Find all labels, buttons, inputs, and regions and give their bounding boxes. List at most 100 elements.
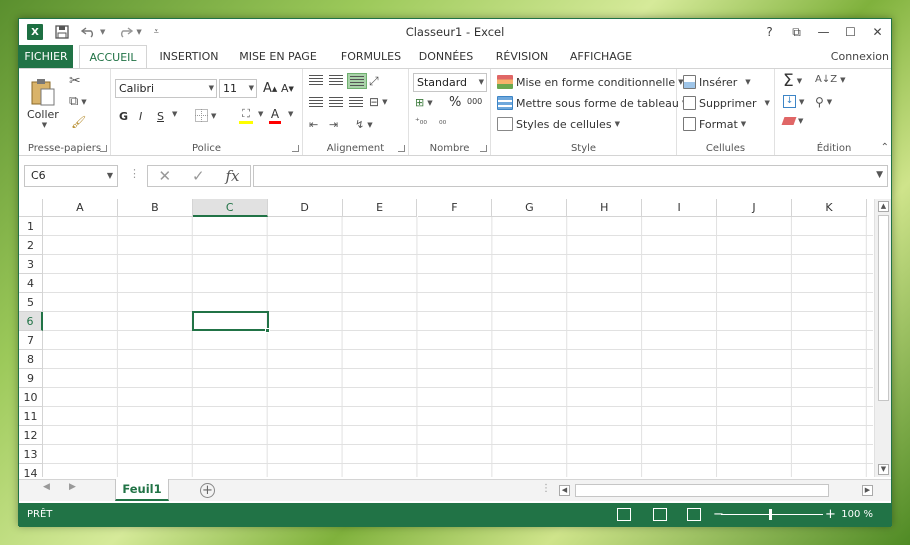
redo-button[interactable]: ▼ <box>117 26 142 38</box>
column-header-c[interactable]: C <box>192 199 268 217</box>
number-launcher-icon[interactable] <box>480 145 487 152</box>
fill-color-dropdown[interactable]: ▼ <box>255 110 263 118</box>
expand-formula-bar-icon[interactable]: ▼ <box>876 170 883 180</box>
row-header-6[interactable]: 6 <box>19 312 43 331</box>
decrease-decimal-button[interactable]: ₀₀ <box>439 117 446 127</box>
wrap-text-button[interactable]: ↯ ▼ <box>355 118 373 131</box>
confirm-icon[interactable]: ✓ <box>192 167 205 185</box>
row-header-7[interactable]: 7 <box>19 331 43 350</box>
row-header-5[interactable]: 5 <box>19 293 43 312</box>
cut-button[interactable]: ✂ <box>69 73 81 89</box>
column-header-h[interactable]: H <box>567 199 643 217</box>
tab-mise-en-page[interactable]: MISE EN PAGE <box>233 45 323 69</box>
zoom-slider[interactable] <box>721 509 823 520</box>
sign-in-link[interactable]: Connexion <box>831 45 889 69</box>
column-header-j[interactable]: J <box>717 199 792 217</box>
zoom-level[interactable]: 100 % <box>841 503 873 527</box>
chevron-down-icon[interactable]: ▼ <box>81 98 86 106</box>
format-cells-button[interactable]: Format ▼ <box>683 117 746 131</box>
sheet-tab-feuil1[interactable]: Feuil1 <box>115 479 169 501</box>
shrink-font-button[interactable]: A ▼ <box>281 82 294 95</box>
accounting-format-button[interactable]: ⊞ ▼ <box>415 96 433 109</box>
column-header-d[interactable]: D <box>267 199 343 217</box>
customize-qat-button[interactable]: ⩡ <box>154 27 159 37</box>
page-layout-view-icon[interactable] <box>653 508 667 521</box>
next-sheet-icon[interactable]: ▶ <box>69 482 76 492</box>
row-header-2[interactable]: 2 <box>19 236 43 255</box>
select-all-button[interactable] <box>19 199 43 217</box>
scroll-down-icon[interactable]: ▼ <box>878 464 889 475</box>
align-top-button[interactable] <box>309 75 323 85</box>
font-launcher-icon[interactable] <box>292 145 299 152</box>
row-header-13[interactable]: 13 <box>19 445 43 464</box>
font-name-combo[interactable]: Calibri ▼ <box>115 79 217 98</box>
align-left-button[interactable] <box>309 97 323 107</box>
decrease-indent-button[interactable]: ⇤ <box>309 118 318 131</box>
scroll-right-icon[interactable]: ▶ <box>862 485 873 496</box>
column-header-k[interactable]: K <box>792 199 867 217</box>
format-painter-button[interactable]: 🖌 <box>71 115 86 129</box>
font-color-button[interactable]: A <box>269 107 281 124</box>
tab-revision[interactable]: RÉVISION <box>491 45 553 69</box>
borders-button[interactable]: ▼ <box>195 109 216 122</box>
row-header-8[interactable]: 8 <box>19 350 43 369</box>
cancel-icon[interactable]: ✕ <box>158 167 171 185</box>
font-size-combo[interactable]: 11 ▼ <box>219 79 257 98</box>
column-header-f[interactable]: F <box>417 199 493 217</box>
collapse-ribbon-button[interactable]: ⌃ <box>881 142 889 153</box>
align-center-button[interactable] <box>329 97 343 107</box>
minimize-button[interactable]: — <box>810 19 837 45</box>
align-middle-button[interactable] <box>329 75 343 85</box>
normal-view-icon[interactable] <box>617 508 631 521</box>
scroll-up-icon[interactable]: ▲ <box>878 201 889 212</box>
italic-button[interactable]: I <box>139 110 142 123</box>
horizontal-scrollbar[interactable]: ◀ ▶ <box>559 484 873 498</box>
delete-cells-button[interactable]: Supprimer ▼ <box>683 96 770 110</box>
close-button[interactable]: ✕ <box>864 19 891 45</box>
chevron-down-icon[interactable]: ▼ <box>136 28 141 36</box>
column-header-e[interactable]: E <box>342 199 418 217</box>
column-header-a[interactable]: A <box>43 199 118 217</box>
alignment-launcher-icon[interactable] <box>398 145 405 152</box>
insert-function-button[interactable]: fx <box>226 167 240 185</box>
maximize-button[interactable]: ☐ <box>837 19 864 45</box>
increase-indent-button[interactable]: ⇥ <box>329 118 338 131</box>
row-header-12[interactable]: 12 <box>19 426 43 445</box>
row-header-4[interactable]: 4 <box>19 274 43 293</box>
page-break-view-icon[interactable] <box>687 508 701 521</box>
column-header-b[interactable]: B <box>117 199 193 217</box>
row-header-9[interactable]: 9 <box>19 369 43 388</box>
underline-dropdown[interactable]: ▼ <box>169 110 177 118</box>
name-box[interactable]: C6 ▼ <box>24 165 118 187</box>
column-header-i[interactable]: I <box>642 199 718 217</box>
horizontal-scroll-thumb[interactable] <box>575 484 829 497</box>
cell-styles-button[interactable]: Styles de cellules ▼ <box>497 117 620 131</box>
add-sheet-button[interactable]: + <box>200 483 215 498</box>
align-bottom-button[interactable] <box>347 73 367 89</box>
percent-button[interactable]: % <box>449 95 461 110</box>
tab-split-handle[interactable]: ⋮ <box>541 483 551 494</box>
bold-button[interactable]: G <box>119 110 128 123</box>
format-as-table-button[interactable]: Mettre sous forme de tableau▼ <box>497 96 687 110</box>
tab-donnees[interactable]: DONNÉES <box>415 45 477 69</box>
insert-cells-button[interactable]: Insérer ▼ <box>683 75 751 89</box>
worksheet-grid[interactable]: ABCDEFGHIJK 1 2 3 4 5 6 7 8 9 10 11 12 13 14 <box>19 199 873 477</box>
chevron-down-icon[interactable]: ▼ <box>249 80 254 97</box>
formula-bar-menu[interactable]: ⋮ <box>129 167 140 180</box>
conditional-format-button[interactable]: Mise en forme conditionnelle ▼ <box>497 75 684 89</box>
save-button[interactable] <box>55 25 69 39</box>
chevron-down-icon[interactable]: ▼ <box>100 28 105 36</box>
row-header-3[interactable]: 3 <box>19 255 43 274</box>
tab-fichier[interactable]: FICHIER <box>19 45 73 69</box>
row-header-14[interactable]: 14 <box>19 464 43 477</box>
align-right-button[interactable] <box>349 97 363 107</box>
zoom-out-button[interactable]: − <box>713 503 724 527</box>
fill-handle[interactable] <box>264 328 270 333</box>
undo-button[interactable]: ▼ <box>81 26 105 38</box>
number-format-combo[interactable]: Standard ▼ <box>413 73 487 92</box>
column-header-g[interactable]: G <box>492 199 568 217</box>
tab-accueil[interactable]: ACCUEIL <box>79 45 147 70</box>
vertical-scroll-thumb[interactable] <box>878 215 889 401</box>
clipboard-launcher-icon[interactable] <box>100 145 107 152</box>
row-header-11[interactable]: 11 <box>19 407 43 426</box>
